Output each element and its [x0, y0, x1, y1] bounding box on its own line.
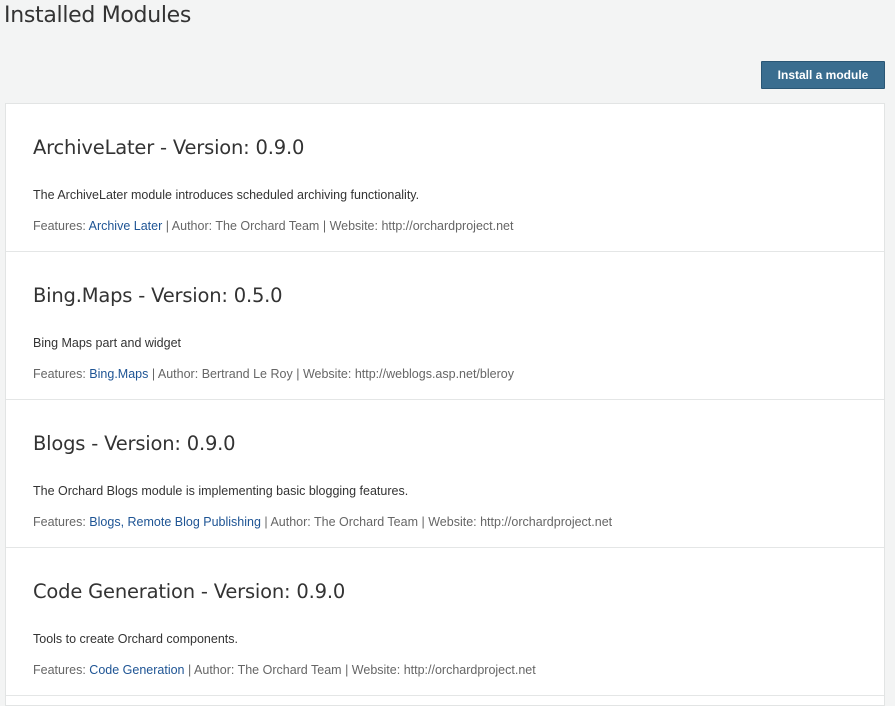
author-value: Bertrand Le Roy	[201, 367, 293, 381]
install-module-button[interactable]: Install a module	[761, 61, 885, 89]
module-meta: Features: Code Generation | Author: The …	[33, 663, 536, 677]
website-value: http://orchardproject.net	[381, 219, 514, 233]
features-label: Features:	[33, 219, 86, 233]
author-value: The Orchard Team	[237, 663, 342, 677]
website-label: Website:	[351, 663, 401, 677]
author-label: Author:	[171, 219, 213, 233]
module-item-blogs: Blogs - Version: 0.9.0 The Orchard Blogs…	[6, 400, 884, 548]
separator: |	[165, 219, 169, 233]
module-title: Code Generation - Version: 0.9.0	[33, 580, 346, 603]
feature-link[interactable]: Blogs, Remote Blog Publishing	[89, 515, 261, 529]
website-label: Website:	[302, 367, 352, 381]
module-description: The ArchiveLater module introduces sched…	[33, 188, 420, 202]
author-label: Author:	[157, 367, 199, 381]
separator: |	[151, 367, 156, 381]
website-value: http://orchardproject.net	[480, 515, 613, 529]
website-value: http://weblogs.asp.net/bleroy	[354, 367, 514, 381]
module-description: Bing Maps part and widget	[33, 336, 182, 350]
author-label: Author:	[270, 515, 311, 529]
feature-link[interactable]: Bing.Maps	[89, 367, 148, 381]
website-label: Website:	[329, 219, 378, 233]
feature-link[interactable]: Archive Later	[89, 219, 163, 233]
website-label: Website:	[428, 515, 477, 529]
author-label: Author:	[194, 663, 235, 677]
module-description: Tools to create Orchard components.	[33, 632, 238, 646]
module-item-code-generation: Code Generation - Version: 0.9.0 Tools t…	[6, 548, 884, 696]
module-item-archivelater: ArchiveLater - Version: 0.9.0 The Archiv…	[6, 104, 884, 252]
module-title: Blogs - Version: 0.9.0	[33, 432, 236, 455]
author-value: The Orchard Team	[314, 515, 418, 529]
feature-link[interactable]: Code Generation	[89, 663, 184, 677]
module-meta: Features: Blogs, Remote Blog Publishing …	[33, 515, 612, 529]
separator: |	[421, 515, 425, 529]
module-title: Bing.Maps - Version: 0.5.0	[33, 284, 283, 307]
module-title: ArchiveLater - Version: 0.9.0	[33, 136, 305, 159]
module-item-bing-maps: Bing.Maps - Version: 0.5.0 Bing Maps par…	[6, 252, 884, 400]
features-label: Features:	[33, 367, 86, 381]
website-value: http://orchardproject.net	[403, 663, 536, 677]
author-value: The Orchard Team	[215, 219, 320, 233]
separator: |	[264, 515, 268, 529]
separator: |	[296, 367, 300, 381]
features-label: Features:	[33, 663, 86, 677]
separator: |	[322, 219, 327, 233]
module-meta: Features: Bing.Maps | Author: Bertrand L…	[33, 367, 514, 381]
separator: |	[187, 663, 192, 677]
module-meta: Features: Archive Later | Author: The Or…	[33, 219, 513, 233]
module-list: ArchiveLater - Version: 0.9.0 The Archiv…	[5, 103, 885, 706]
module-description: The Orchard Blogs module is implementing…	[33, 484, 409, 498]
separator: |	[345, 663, 349, 677]
page-title: Installed Modules	[4, 3, 192, 28]
features-label: Features:	[33, 515, 86, 529]
